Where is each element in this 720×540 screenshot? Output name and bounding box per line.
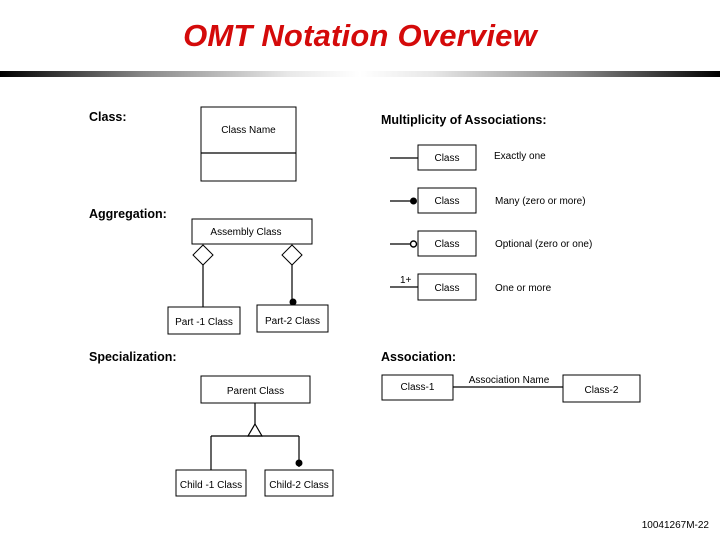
- part1-class-label: Part -1 Class: [175, 317, 233, 328]
- one-or-more-marker: 1+: [400, 275, 412, 286]
- parent-class-box: Parent Class: [200, 375, 311, 404]
- class-box-outline: [200, 106, 297, 182]
- association-class1-box: Class-1: [381, 374, 454, 401]
- multiplicity-heading: Multiplicity of Associations:: [381, 113, 547, 127]
- many-dot-part2: [289, 298, 297, 306]
- specialization-heading: Specialization:: [89, 350, 177, 364]
- many-filled-dot: [410, 197, 417, 205]
- one-or-more-description: One or more: [495, 283, 552, 294]
- child1-class-label: Child -1 Class: [180, 480, 242, 491]
- child1-class-box: Child -1 Class: [175, 469, 247, 497]
- many-description: Many (zero or more): [495, 196, 586, 207]
- aggregation-diamond-2: [281, 244, 303, 266]
- class-name-label: Class Name: [221, 125, 276, 136]
- association-class2-box: Class-2: [562, 374, 641, 403]
- multiplicity-row-optional: Class Optional (zero or one): [390, 230, 592, 257]
- part2-class-box: Part-2 Class: [256, 304, 329, 333]
- many-dot-child2: [295, 459, 303, 467]
- class-box: Class Name: [200, 106, 297, 182]
- omt-notation-diagram: Class: Class Name Aggregation: Assembly …: [89, 106, 641, 497]
- multiplicity-row-one-or-more: 1+ Class One or more: [390, 273, 552, 301]
- optional-description: Optional (zero or one): [495, 239, 592, 250]
- generalization-triangle-icon: [246, 422, 264, 437]
- association-heading: Association:: [381, 350, 456, 364]
- slide-id-footer: 10041267M-22: [641, 520, 709, 531]
- assembly-class-box: Assembly Class: [191, 218, 313, 245]
- multiplicity-row-many: Class Many (zero or more): [390, 187, 586, 214]
- child2-class-box: Child-2 Class: [264, 469, 334, 497]
- multiplicity-row-exactly-one: Class Exactly one: [390, 144, 546, 171]
- one-or-more-class-label: Class: [434, 283, 459, 294]
- exactly-one-description: Exactly one: [494, 151, 546, 162]
- optional-hollow-dot: [409, 240, 418, 248]
- part1-class-box: Part -1 Class: [167, 306, 241, 335]
- class-heading: Class:: [89, 110, 127, 124]
- class1-label: Class-1: [401, 382, 435, 393]
- assembly-class-label: Assembly Class: [210, 227, 281, 238]
- aggregation-diamond-1: [192, 244, 214, 266]
- association-name-label: Association Name: [469, 375, 550, 386]
- child2-class-label: Child-2 Class: [269, 480, 328, 491]
- optional-class-label: Class: [434, 239, 459, 250]
- part2-class-label: Part-2 Class: [265, 316, 320, 327]
- class2-label: Class-2: [585, 385, 619, 396]
- many-class-label: Class: [434, 196, 459, 207]
- exactly-one-class-label: Class: [434, 153, 459, 164]
- aggregation-heading: Aggregation:: [89, 207, 167, 221]
- parent-class-label: Parent Class: [227, 386, 284, 397]
